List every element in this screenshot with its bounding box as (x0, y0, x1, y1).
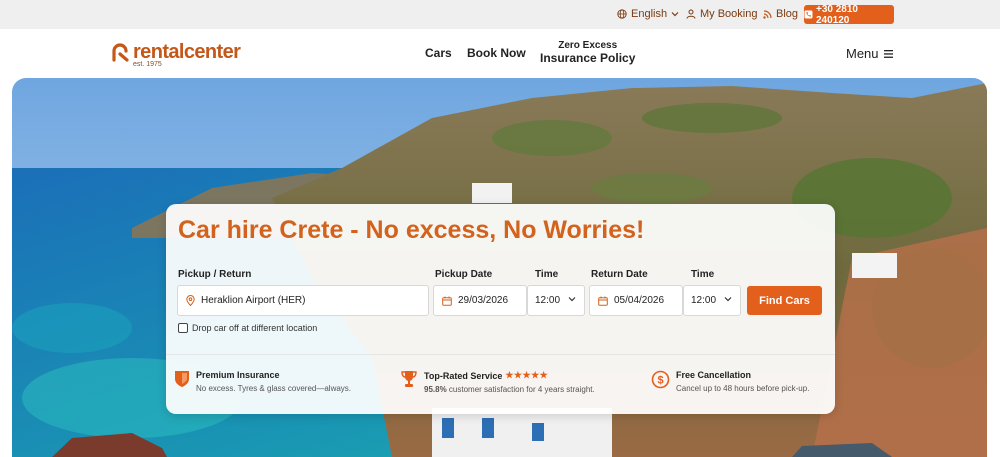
logo[interactable]: rentalcenter est. 1975 (111, 41, 241, 68)
find-cars-button[interactable]: Find Cars (747, 286, 822, 315)
feature-desc: 95.8% customer satisfaction for 4 years … (424, 385, 595, 394)
hero-banner: Car hire Crete - No excess, No Worries! … (12, 78, 987, 457)
blog-link[interactable]: Blog (763, 8, 798, 20)
calendar-icon (598, 296, 608, 306)
nav-cars[interactable]: Cars (425, 46, 452, 60)
card-divider (166, 354, 835, 355)
phone-button[interactable]: +30 2810 240120 (804, 3, 894, 26)
logo-tagline: est. 1975 (133, 61, 162, 68)
rss-icon (763, 9, 772, 19)
pickup-date-label: Pickup Date (435, 269, 493, 280)
return-time-select[interactable]: 12:00 (683, 285, 741, 316)
booking-title: Car hire Crete - No excess, No Worries! (178, 216, 645, 244)
logo-name: rentalcenter (133, 41, 241, 63)
pickup-time-label: Time (535, 269, 559, 280)
feature-desc: No excess. Tyres & glass covered—always. (196, 384, 352, 393)
menu-button[interactable]: Menu (846, 46, 893, 61)
trophy-icon (401, 371, 417, 387)
different-dropoff-option[interactable]: Drop car off at different location (178, 323, 317, 333)
return-date-field[interactable]: 05/04/2026 (589, 285, 683, 316)
satisfaction-text: customer satisfaction for 4 years straig… (446, 385, 595, 394)
chevron-down-icon (568, 297, 576, 302)
calendar-icon (442, 296, 452, 306)
refund-icon: $ (651, 370, 670, 389)
chevron-down-icon (724, 297, 732, 302)
booking-card: Car hire Crete - No excess, No Worries! … (166, 204, 835, 414)
dropoff-checkbox[interactable] (178, 323, 188, 333)
feature-title: Top-Rated Service ★★★★★ (424, 370, 595, 381)
feature-premium-insurance: Premium Insurance No excess. Tyres & gla… (174, 370, 351, 393)
chevron-down-icon (671, 12, 679, 17)
pickup-location-field[interactable]: Heraklion Airport (HER) (177, 285, 429, 316)
nav-zero-excess[interactable]: Zero Excess Insurance Policy (540, 39, 635, 65)
pickup-return-label: Pickup / Return (178, 269, 252, 280)
return-date-value: 05/04/2026 (614, 295, 665, 306)
feature-desc: Cancel up to 48 hours before pick-up. (676, 384, 810, 393)
pickup-date-value: 29/03/2026 (458, 295, 509, 306)
menu-label: Menu (846, 46, 879, 61)
location-pin-icon (186, 295, 195, 306)
logo-mark-icon (112, 43, 129, 62)
user-icon (686, 9, 696, 19)
phone-number: +30 2810 240120 (815, 3, 858, 26)
language-selector[interactable]: English (617, 8, 679, 20)
satisfaction-percent: 95.8% (424, 385, 447, 394)
phone-icon (804, 10, 813, 19)
pickup-date-field[interactable]: 29/03/2026 (433, 285, 527, 316)
pickup-location-value: Heraklion Airport (HER) (201, 295, 306, 306)
return-date-label: Return Date (591, 269, 648, 280)
feature-free-cancellation: $ Free Cancellation Cancel up to 48 hour… (651, 370, 809, 393)
my-booking-link[interactable]: My Booking (686, 8, 757, 20)
top-utility-bar: English My Booking Blog +30 2810 240120 (0, 0, 1000, 29)
return-time-value: 12:00 (691, 295, 717, 306)
svg-text:$: $ (657, 375, 663, 387)
return-time-label: Time (691, 269, 715, 280)
hamburger-icon (883, 49, 893, 58)
blog-label: Blog (776, 8, 799, 20)
nav-book-now[interactable]: Book Now (467, 46, 526, 60)
feature-title-text: Top-Rated Service (424, 370, 503, 381)
globe-icon (617, 9, 627, 19)
dropoff-label: Drop car off at different location (192, 323, 318, 333)
pickup-time-value: 12:00 (535, 295, 561, 306)
nav-excess-line2: Insurance Policy (540, 51, 636, 65)
main-header: rentalcenter est. 1975 Cars Book Now Zer… (0, 29, 1000, 78)
feature-title: Premium Insurance (196, 370, 280, 380)
rating-stars: ★★★★★ (505, 370, 549, 380)
feature-title: Free Cancellation (676, 370, 752, 380)
feature-top-rated: Top-Rated Service ★★★★★ 95.8% customer s… (400, 370, 595, 394)
language-label: English (631, 8, 668, 20)
shield-icon (175, 371, 189, 387)
my-booking-label: My Booking (700, 8, 758, 20)
pickup-time-select[interactable]: 12:00 (527, 285, 585, 316)
